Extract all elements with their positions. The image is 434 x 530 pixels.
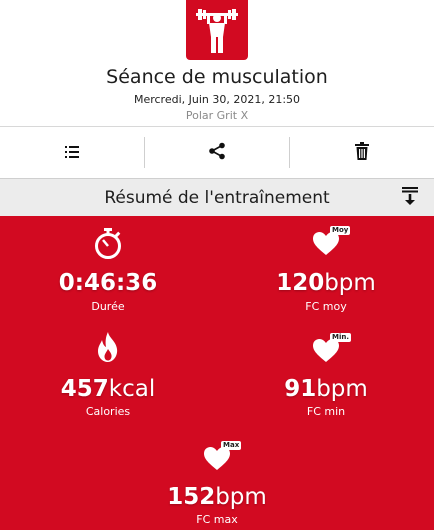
duration-label: Durée bbox=[91, 300, 125, 313]
hr-min-value: 91bpm bbox=[284, 376, 368, 402]
share-button[interactable] bbox=[145, 127, 289, 178]
hr-max-label: FC max bbox=[196, 513, 238, 526]
hr-avg-value: 120bpm bbox=[276, 270, 376, 296]
strength-training-icon bbox=[186, 0, 248, 60]
list-button[interactable] bbox=[0, 127, 144, 178]
session-title: Séance de musculation bbox=[106, 66, 328, 88]
summary-panel: 0:46:36 Durée Moy 120bpm FC moy 457kcal … bbox=[0, 216, 434, 530]
trash-icon bbox=[355, 141, 369, 164]
calories-value: 457kcal bbox=[60, 376, 156, 402]
session-header: Séance de musculation Mercredi, Juin 30,… bbox=[0, 0, 434, 126]
avg-badge: Moy bbox=[330, 226, 351, 235]
hr-min-label: FC min bbox=[306, 405, 346, 418]
max-badge: Max bbox=[221, 441, 242, 450]
heart-icon: Moy bbox=[306, 226, 351, 262]
share-icon bbox=[208, 142, 226, 164]
session-date: Mercredi, Juin 30, 2021, 21:50 bbox=[133, 93, 301, 106]
duration-value: 0:46:36 bbox=[58, 270, 158, 296]
hr-avg-label: FC moy bbox=[305, 300, 347, 313]
calories-label: Calories bbox=[85, 405, 131, 418]
list-icon bbox=[65, 143, 79, 162]
delete-button[interactable] bbox=[290, 127, 434, 178]
summary-header[interactable]: Résumé de l'entraînement bbox=[0, 178, 434, 216]
stopwatch-icon bbox=[88, 226, 128, 262]
summary-title: Résumé de l'entraînement bbox=[104, 188, 330, 208]
heart-icon: Max bbox=[197, 441, 242, 477]
action-toolbar bbox=[0, 126, 434, 178]
collapse-icon bbox=[402, 187, 418, 209]
collapse-button[interactable] bbox=[398, 186, 422, 210]
heart-icon: Min. bbox=[306, 333, 352, 369]
min-badge: Min. bbox=[330, 333, 352, 342]
device-name: Polar Grit X bbox=[185, 109, 249, 122]
hr-max-value: 152bpm bbox=[167, 484, 267, 510]
flame-icon bbox=[88, 329, 128, 365]
